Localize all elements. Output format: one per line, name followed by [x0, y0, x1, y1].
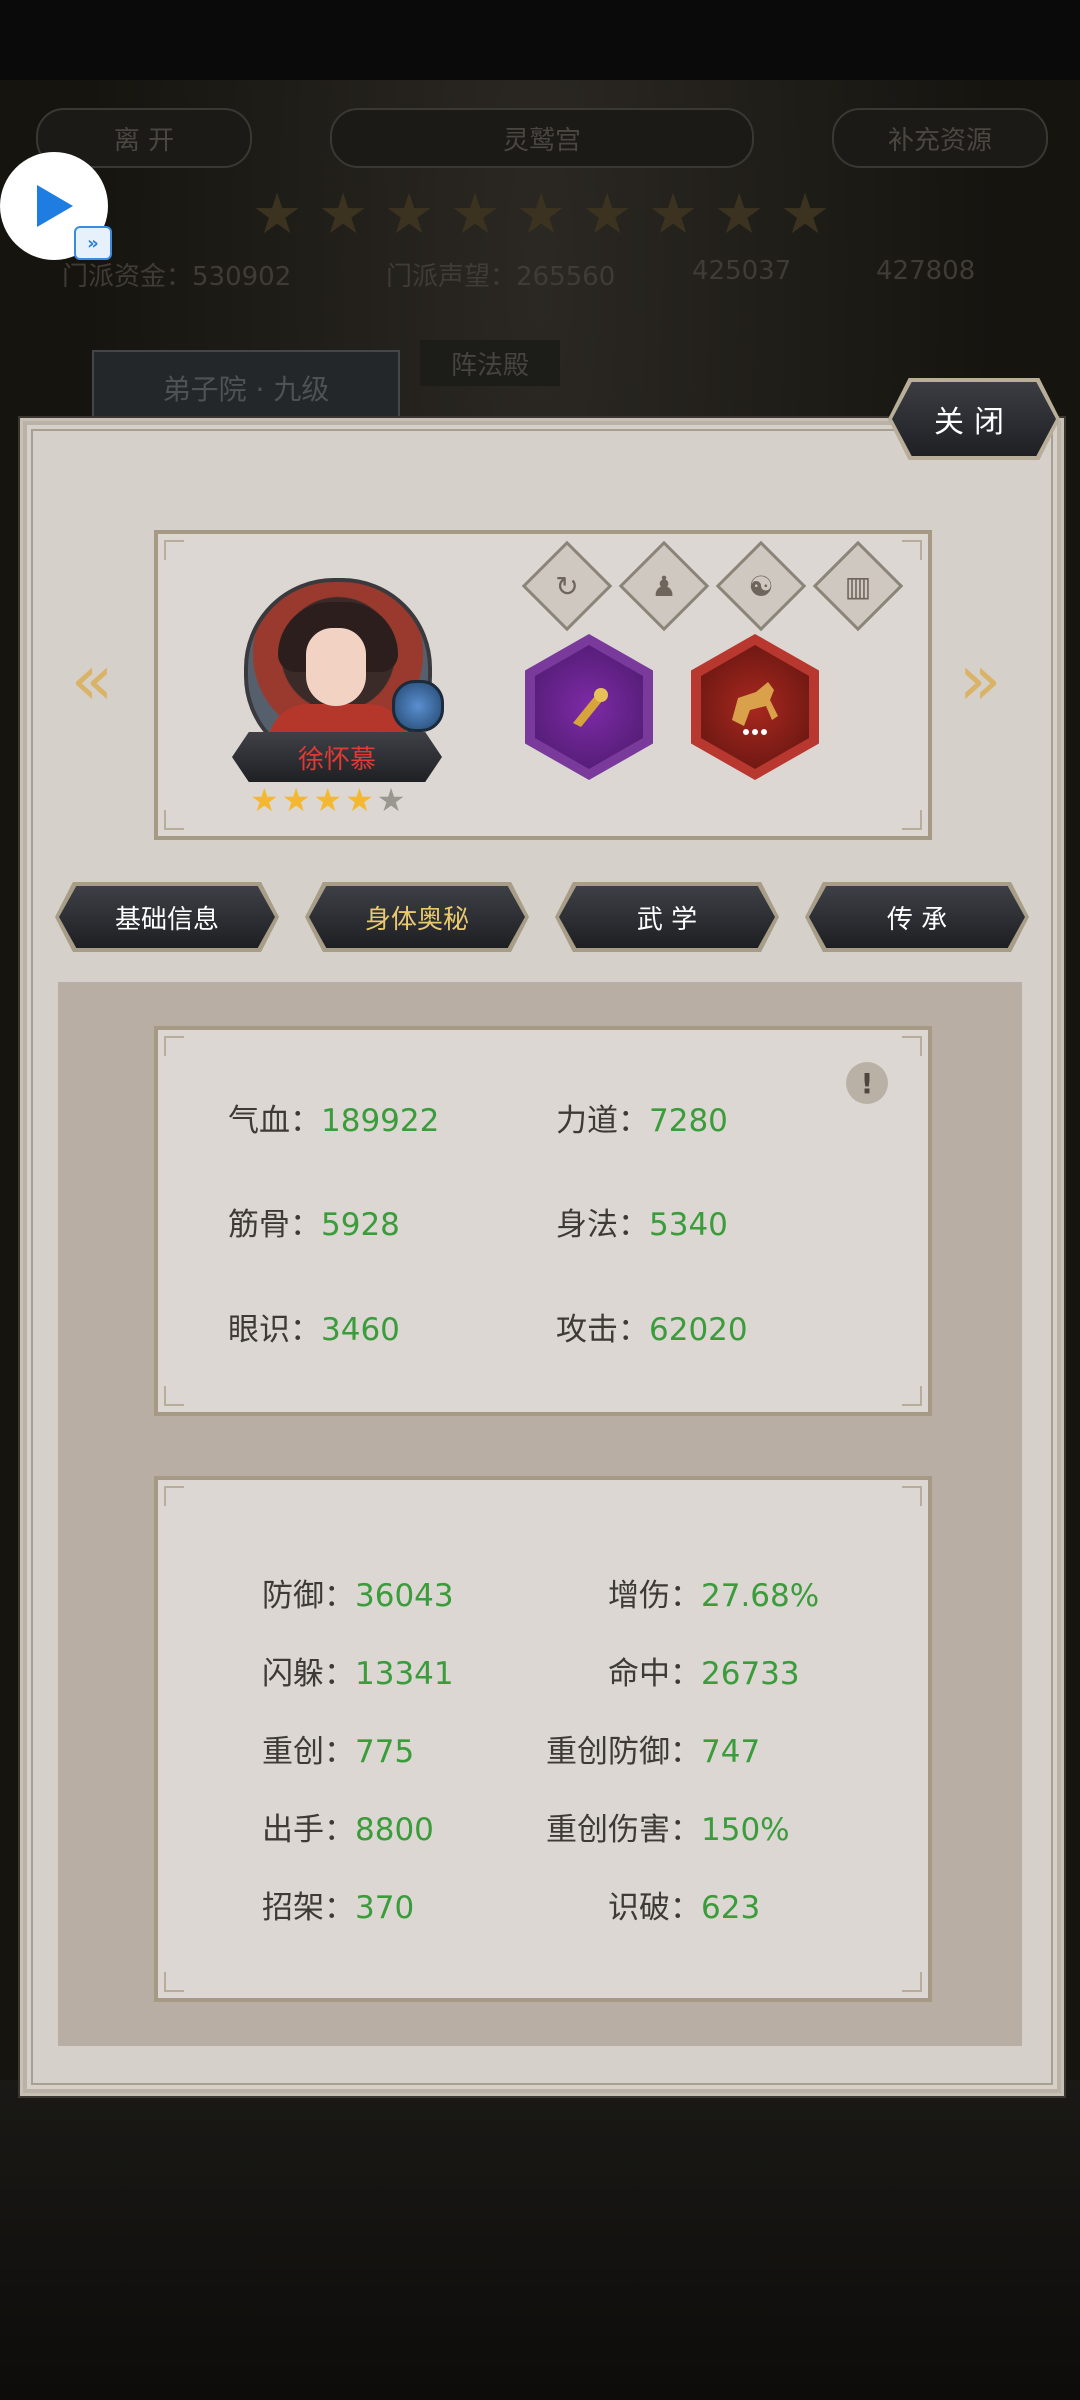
- section-label: 基础信息: [114, 904, 219, 935]
- star-filled-icon: ★: [345, 781, 374, 819]
- info-icon[interactable]: !: [846, 1062, 888, 1104]
- stat-dodge: 闪躲：13341: [262, 1656, 454, 1692]
- section-label: 身体奥秘: [364, 904, 469, 935]
- stat-hp: 气血：189922: [228, 1103, 440, 1139]
- stat-perception: 眼识：3460: [228, 1312, 400, 1348]
- resource-3: 425037: [692, 256, 792, 286]
- refresh-icon: ↻: [555, 569, 579, 603]
- sect-star-icon: ★: [648, 182, 699, 247]
- corner-ornament: [902, 1036, 922, 1056]
- stat-insight: 识破：623: [608, 1890, 761, 1926]
- corner-ornament: [164, 1386, 184, 1406]
- section-label: 武 学: [636, 904, 698, 935]
- sect-star-icon: ★: [384, 182, 435, 247]
- star-empty-icon: ★: [376, 781, 406, 819]
- stat-defense: 防御：36043: [262, 1578, 454, 1614]
- stat-critical-defense: 重创防御：747: [546, 1734, 761, 1770]
- location-title: 灵鹫宫: [330, 108, 754, 168]
- sect-star-icon: ★: [450, 182, 501, 247]
- section-body-secrets-button[interactable]: 身体奥秘: [309, 886, 525, 948]
- stat-strength: 力道：7280: [556, 1103, 728, 1139]
- stat-hit: 命中：26733: [608, 1656, 800, 1692]
- fast-forward-icon[interactable]: »: [74, 226, 112, 260]
- star-filled-icon: ★: [250, 781, 279, 819]
- supplement-resources-button: 补充资源: [832, 108, 1048, 168]
- close-label: 关闭: [934, 405, 1014, 440]
- person-icon: ♟: [651, 569, 677, 603]
- sect-star-icon: ★: [252, 182, 303, 247]
- corner-ornament: [902, 810, 922, 830]
- corner-ornament: [902, 1972, 922, 1992]
- corner-ornament: [164, 1972, 184, 1992]
- sect-star-icon: ★: [780, 182, 831, 247]
- next-character-arrow-icon[interactable]: »: [952, 640, 1008, 720]
- stat-constitution: 筋骨：5928: [228, 1207, 400, 1243]
- section-basic-info-button[interactable]: 基础信息: [59, 886, 275, 948]
- corner-ornament: [902, 1486, 922, 1506]
- character-name: 徐怀慕: [297, 744, 376, 775]
- corner-ornament: [902, 540, 922, 560]
- corner-ornament: [164, 1036, 184, 1056]
- yin-yang-icon: ☯: [748, 569, 774, 603]
- close-button[interactable]: 关闭: [892, 382, 1056, 456]
- sect-funds: 门派资金：530902: [62, 262, 292, 292]
- sect-star-icon: ★: [582, 182, 633, 247]
- corner-ornament: [164, 540, 184, 560]
- weapon-slot-inner: [535, 645, 643, 769]
- stat-critical-damage: 重创伤害：150%: [546, 1812, 790, 1848]
- stat-agility: 身法：5340: [556, 1207, 728, 1243]
- character-name-plate: 徐怀慕: [232, 732, 442, 782]
- faction-badge-icon: [392, 680, 444, 732]
- building-banner-2: 阵法殿: [420, 340, 560, 386]
- stat-parry: 招架：370: [262, 1890, 415, 1926]
- corner-ornament: [164, 810, 184, 830]
- section-inheritance-button[interactable]: 传 承: [809, 886, 1025, 948]
- avatar-face: [306, 628, 366, 706]
- mount-slot-inner: [701, 645, 809, 769]
- horse-icon: [732, 682, 778, 735]
- sect-star-icon: ★: [318, 182, 369, 247]
- sect-star-icon: ★: [516, 182, 567, 247]
- resource-4: 427808: [876, 256, 976, 286]
- corner-ornament: [164, 1486, 184, 1506]
- previous-character-arrow-icon[interactable]: «: [64, 640, 120, 720]
- star-filled-icon: ★: [281, 781, 311, 819]
- stat-damage-bonus: 增伤：27.68%: [608, 1578, 820, 1614]
- sect-reputation: 门派声望：265560: [386, 262, 616, 292]
- stat-speed: 出手：8800: [262, 1812, 434, 1848]
- book-icon: ▥: [844, 569, 872, 603]
- background-ridge: [0, 2080, 1080, 2400]
- top-bar: [0, 0, 1080, 80]
- character-star-rating: ★ ★ ★ ★ ★: [250, 780, 430, 820]
- weapon-icon: [573, 688, 608, 727]
- section-martial-arts-button[interactable]: 武 学: [559, 886, 775, 948]
- stat-critical: 重创：775: [262, 1734, 415, 1770]
- stat-attack: 攻击：62020: [556, 1312, 748, 1348]
- play-icon: [37, 185, 73, 227]
- sect-star-icon: ★: [714, 182, 765, 247]
- corner-ornament: [902, 1386, 922, 1406]
- building-banner: 弟子院 · 九级: [92, 350, 400, 426]
- section-label: 传 承: [886, 904, 948, 935]
- star-filled-icon: ★: [313, 781, 343, 819]
